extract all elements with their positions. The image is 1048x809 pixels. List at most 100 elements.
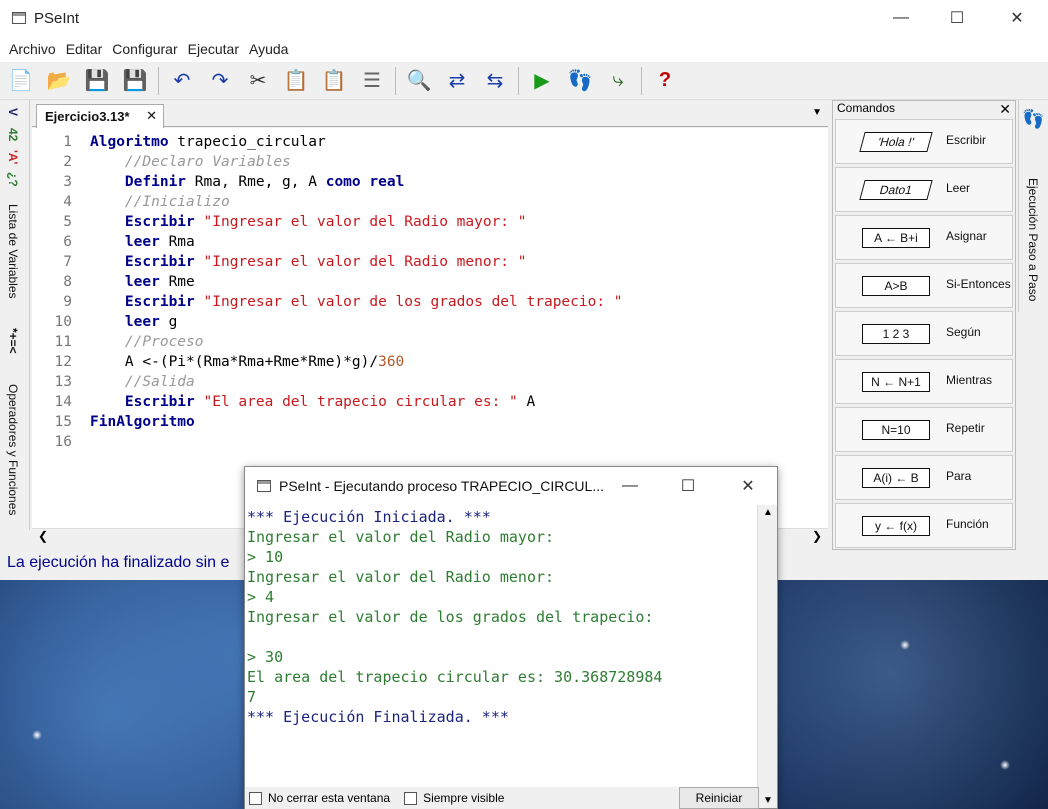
command-shape: 'Hola !' (859, 132, 933, 152)
code-line[interactable]: 7 Escribir "Ingresar el valor del Radio … (32, 252, 526, 272)
save-icon[interactable]: 💾 (82, 66, 112, 96)
toolbar-separator (518, 66, 519, 95)
copy-icon[interactable]: 📋 (281, 66, 311, 96)
command-label: Repetir (946, 421, 985, 435)
command-repetir[interactable]: N=10 Repetir (835, 407, 1013, 452)
restart-button[interactable]: Reiniciar (679, 787, 759, 809)
menu-bar: Archivo Editar Configurar Ejecutar Ayuda (0, 36, 1048, 62)
line-number: 14 (54, 394, 72, 410)
console-output[interactable]: *** Ejecución Iniciada. *** Ingresar el v… (247, 507, 757, 787)
code-line[interactable]: 1 Algoritmo trapecio_circular (32, 132, 325, 152)
code-line[interactable]: 9 Escribir "Ingresar el valor de los gra… (32, 292, 622, 312)
tab-ejercicio[interactable]: Ejercicio3.13* ✕ (36, 104, 164, 128)
paste-icon[interactable]: 📋 (319, 66, 349, 96)
close-commands-icon[interactable]: ✕ (999, 101, 1011, 118)
console-line: Ingresar el valor del Radio mayor: (247, 528, 555, 546)
footsteps-icon[interactable]: 👣 (1023, 108, 1045, 130)
maximize-button[interactable]: ☐ (934, 0, 980, 36)
toolbar-separator (395, 66, 396, 95)
find-next-icon[interactable]: ⇆ (480, 66, 510, 96)
open-folder-icon[interactable]: 📂 (44, 66, 74, 96)
exec-close-button[interactable]: ✕ (725, 467, 771, 505)
command-leer[interactable]: Dato1 Leer (835, 167, 1013, 212)
new-file-icon[interactable]: 📄 (6, 66, 36, 96)
help-icon[interactable]: ? (650, 66, 680, 96)
vertical-scrollbar[interactable]: ▲ ▼ (757, 505, 777, 808)
code-line[interactable]: 5 Escribir "Ingresar el valor del Radio … (32, 212, 526, 232)
line-number: 10 (54, 314, 72, 330)
minimize-button[interactable]: — (878, 0, 924, 36)
command-shape: N ← N+1 (862, 372, 930, 392)
exec-maximize-button[interactable]: ☐ (665, 467, 711, 505)
step-by-step-icon[interactable]: 👣 (565, 66, 595, 96)
tab-label: Ejercicio3.13* (45, 109, 130, 124)
line-number: 2 (63, 154, 72, 170)
always-visible-checkbox[interactable] (404, 791, 418, 805)
run-icon[interactable]: ▶ (527, 66, 557, 96)
commands-header: Comandos ✕ (833, 101, 1015, 119)
command-funcin[interactable]: y ← f(x) Función (835, 503, 1013, 548)
code-line[interactable]: 15 FinAlgoritmo (32, 412, 195, 432)
console-line: > 30 (247, 648, 284, 666)
left-side-panel: V 42 'A' ¿? Lista de Variables *+=< Oper… (0, 100, 30, 530)
menu-ayuda[interactable]: Ayuda (244, 41, 293, 57)
flowchart-icon[interactable]: ⤷ (603, 66, 633, 96)
menu-editar[interactable]: Editar (61, 41, 108, 57)
menu-archivo[interactable]: Archivo (4, 41, 61, 57)
command-asignar[interactable]: A ← B+i Asignar (835, 215, 1013, 260)
exec-minimize-button[interactable]: — (607, 467, 653, 505)
variables-icon[interactable]: V (6, 108, 20, 116)
variables-list-tab[interactable]: Lista de Variables (6, 204, 20, 299)
menu-configurar[interactable]: Configurar (107, 41, 182, 57)
line-number: 11 (54, 334, 72, 350)
scroll-right-icon[interactable]: ❯ (812, 529, 822, 543)
tab-dropdown-icon[interactable]: ▼ (812, 107, 822, 118)
close-button[interactable]: ✕ (994, 0, 1040, 36)
line-number: 12 (54, 354, 72, 370)
always-visible-label: Siempre visible (423, 791, 505, 805)
console-line: > 10 (247, 548, 284, 566)
menu-ejecutar[interactable]: Ejecutar (183, 41, 244, 57)
command-sientonces[interactable]: A>B Si-Entonces (835, 263, 1013, 308)
find-icon[interactable]: 🔍 (404, 66, 434, 96)
operators-functions-tab[interactable]: Operadores y Funciones (6, 384, 20, 515)
code-line[interactable]: 2 //Declaro Variables (32, 152, 291, 172)
step-by-step-tab[interactable]: Ejecución Paso a Paso (1026, 178, 1040, 301)
scroll-up-icon[interactable]: ▲ (763, 507, 773, 518)
indent-icon[interactable]: ☰ (357, 66, 387, 96)
redo-icon[interactable]: ↷ (205, 66, 235, 96)
code-line[interactable]: 16 (32, 432, 90, 452)
scroll-down-icon[interactable]: ▼ (763, 795, 773, 806)
console-line: > 4 (247, 588, 275, 606)
code-line[interactable]: 11 //Proceso (32, 332, 204, 352)
command-escribir[interactable]: 'Hola !' Escribir (835, 119, 1013, 164)
line-number: 4 (63, 194, 72, 210)
undo-icon[interactable]: ↶ (167, 66, 197, 96)
line-number: 5 (63, 214, 72, 230)
code-line[interactable]: 13 //Salida (32, 372, 195, 392)
close-tab-icon[interactable]: ✕ (146, 108, 157, 124)
cut-icon[interactable]: ✂ (243, 66, 273, 96)
command-para[interactable]: A(i) ← B Para (835, 455, 1013, 500)
command-segn[interactable]: 1 2 3 Según (835, 311, 1013, 356)
console-line: Ingresar el valor del Radio menor: (247, 568, 555, 586)
execution-title-bar: PSeInt - Ejecutando proceso TRAPECIO_CIR… (245, 467, 777, 505)
app-icon (12, 12, 26, 24)
save-as-icon[interactable]: 💾 (120, 66, 150, 96)
command-shape: Dato1 (859, 180, 933, 200)
line-number: 13 (54, 374, 72, 390)
keep-open-checkbox[interactable] (249, 791, 262, 805)
code-line[interactable]: 12 A <-(Pi*(Rma*Rma+Rme*Rme)*g)/360 (32, 352, 405, 372)
code-line[interactable]: 4 //Inicializo (32, 192, 229, 212)
code-line[interactable]: 3 Definir Rma, Rme, g, A como real (32, 172, 404, 192)
commands-title: Comandos (837, 101, 896, 115)
code-line[interactable]: 8 leer Rme (32, 272, 195, 292)
find-previous-icon[interactable]: ⇄ (442, 66, 472, 96)
code-line[interactable]: 6 leer Rma (32, 232, 195, 252)
scroll-left-icon[interactable]: ❮ (38, 529, 48, 543)
code-line[interactable]: 10 leer g (32, 312, 178, 332)
command-mientras[interactable]: N ← N+1 Mientras (835, 359, 1013, 404)
code-line[interactable]: 14 Escribir "El area del trapecio circul… (32, 392, 536, 412)
command-label: Leer (946, 181, 971, 195)
